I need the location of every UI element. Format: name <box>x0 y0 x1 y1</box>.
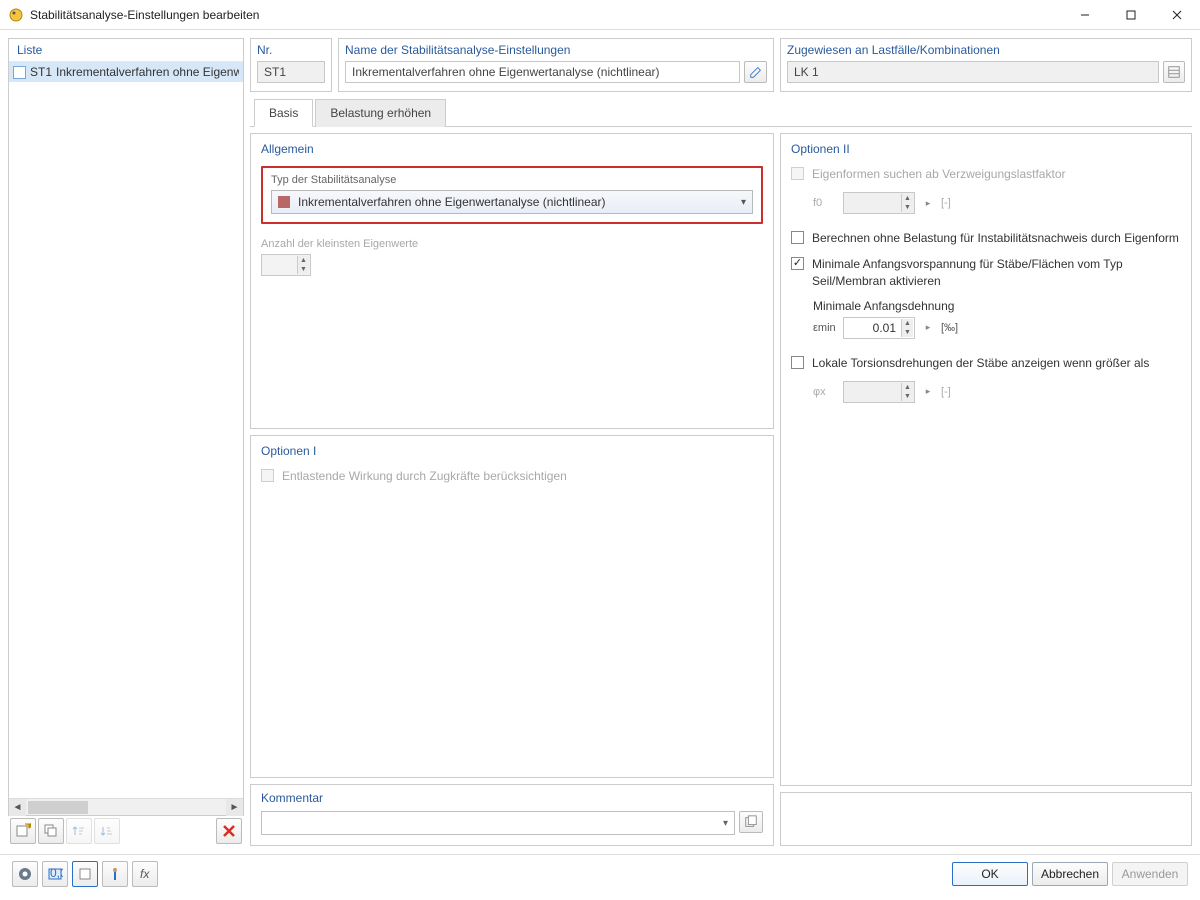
name-input[interactable] <box>345 61 740 83</box>
nr-input[interactable] <box>257 61 325 83</box>
eigen-count-spinner: ▲▼ <box>261 254 311 276</box>
emin-unit: [‰] <box>941 322 958 334</box>
chevron-down-icon: ▾ <box>741 197 746 208</box>
f0-label: f0 <box>813 197 837 209</box>
phix-unit: [-] <box>941 386 951 398</box>
optA-checkbox <box>791 167 804 180</box>
optD-checkbox[interactable] <box>791 356 804 369</box>
window-title: Stabilitätsanalyse-Einstellungen bearbei… <box>30 8 1062 22</box>
emin-value: 0.01 <box>844 321 900 335</box>
type-highlight: Typ der Stabilitätsanalyse Inkrementalve… <box>261 166 763 224</box>
optD-label: Lokale Torsionsdrehungen der Stäbe anzei… <box>812 355 1149 371</box>
list-item[interactable]: ST1 Inkrementalverfahren ohne Eigenw <box>9 62 243 82</box>
options2-section: Optionen II Eigenformen suchen ab Verzwe… <box>780 133 1192 786</box>
list-toolbar: ★ <box>8 816 244 846</box>
phix-spinner: ▲▼ <box>843 381 915 403</box>
emin-label: εmin <box>813 322 837 334</box>
allgemein-title: Allgemein <box>261 142 763 156</box>
stepper-next-icon: ▸ <box>921 385 935 399</box>
tab-belastung[interactable]: Belastung erhöhen <box>315 99 446 127</box>
assigned-field-group: Zugewiesen an Lastfälle/Kombinationen <box>780 38 1192 92</box>
optA-label: Eigenformen suchen ab Verzweigungslastfa… <box>812 166 1065 182</box>
options1-title: Optionen I <box>261 444 763 458</box>
options2-title: Optionen II <box>791 142 1181 156</box>
allgemein-section: Allgemein Typ der Stabilitätsanalyse Ink… <box>250 133 774 429</box>
f0-spinner: ▲▼ <box>843 192 915 214</box>
list-panel: Liste ST1 Inkrementalverfahren ohne Eige… <box>8 38 244 816</box>
comment-input[interactable]: ▾ <box>261 811 735 835</box>
close-button[interactable] <box>1154 0 1200 30</box>
tab-basis[interactable]: Basis <box>254 99 313 127</box>
optC-sublabel: Minimale Anfangsdehnung <box>813 299 1181 313</box>
comment-pick-button[interactable] <box>739 811 763 833</box>
chevron-down-icon: ▾ <box>723 818 728 829</box>
opt1-label: Entlastende Wirkung durch Zugkräfte berü… <box>282 468 567 484</box>
new-button[interactable]: ★ <box>10 818 36 844</box>
opt1-checkbox <box>261 469 274 482</box>
app-icon <box>8 7 24 23</box>
ok-button[interactable]: OK <box>952 862 1028 886</box>
comment-section: Kommentar ▾ <box>250 784 774 846</box>
emin-spinner[interactable]: 0.01 ▲▼ <box>843 317 915 339</box>
title-bar: Stabilitätsanalyse-Einstellungen bearbei… <box>0 0 1200 30</box>
assigned-input[interactable] <box>787 61 1159 83</box>
nr-field-group: Nr. <box>250 38 332 92</box>
help-button[interactable] <box>12 861 38 887</box>
optC-checkbox[interactable] <box>791 257 804 270</box>
type-dropdown[interactable]: Inkrementalverfahren ohne Eigenwertanaly… <box>271 190 753 214</box>
eigen-count-label: Anzahl der kleinsten Eigenwerte <box>261 238 763 250</box>
svg-text:0,00: 0,00 <box>50 866 63 880</box>
svg-text:★: ★ <box>26 823 31 832</box>
stepper-next-icon[interactable]: ▸ <box>921 321 935 335</box>
footer-bar: 0,00 fx OK Abbrechen Anwenden <box>0 854 1200 892</box>
optC-label: Minimale Anfangsvorspannung für Stäbe/Fl… <box>812 256 1181 288</box>
delete-button[interactable] <box>216 818 242 844</box>
f0-unit: [-] <box>941 197 951 209</box>
options1-section: Optionen I Entlastende Wirkung durch Zug… <box>250 435 774 778</box>
sort-desc-button <box>94 818 120 844</box>
name-field-group: Name der Stabilitätsanalyse-Einstellunge… <box>338 38 774 92</box>
sort-asc-button <box>66 818 92 844</box>
list-item-check[interactable] <box>13 66 26 79</box>
optB-label: Berechnen ohne Belastung für Instabilitä… <box>812 230 1179 246</box>
empty-panel <box>780 792 1192 846</box>
list-item-code: ST1 <box>30 65 52 79</box>
minimize-button[interactable] <box>1062 0 1108 30</box>
comment-title: Kommentar <box>261 791 763 805</box>
list-item-desc: Inkrementalverfahren ohne Eigenw <box>56 65 239 79</box>
horizontal-scrollbar[interactable]: ◄► <box>9 798 243 815</box>
copy-button[interactable] <box>38 818 64 844</box>
type-label: Typ der Stabilitätsanalyse <box>271 174 753 186</box>
model-button[interactable] <box>102 861 128 887</box>
svg-text:fx: fx <box>140 867 150 881</box>
function-button[interactable]: fx <box>132 861 158 887</box>
phix-label: φx <box>813 386 837 398</box>
stepper-next-icon: ▸ <box>921 196 935 210</box>
nr-label: Nr. <box>257 43 325 57</box>
assigned-label: Zugewiesen an Lastfälle/Kombinationen <box>787 43 1185 57</box>
units-button[interactable]: 0,00 <box>42 861 68 887</box>
type-value: Inkrementalverfahren ohne Eigenwertanaly… <box>298 195 741 209</box>
type-color-swatch <box>278 196 290 208</box>
apply-button: Anwenden <box>1112 862 1188 886</box>
edit-name-button[interactable] <box>744 61 767 83</box>
pick-assigned-button[interactable] <box>1163 61 1185 83</box>
tab-bar: Basis Belastung erhöhen <box>250 98 1192 127</box>
list-title: Liste <box>9 39 243 61</box>
maximize-button[interactable] <box>1108 0 1154 30</box>
view-button[interactable] <box>72 861 98 887</box>
cancel-button[interactable]: Abbrechen <box>1032 862 1108 886</box>
optB-checkbox[interactable] <box>791 231 804 244</box>
name-label: Name der Stabilitätsanalyse-Einstellunge… <box>345 43 767 57</box>
